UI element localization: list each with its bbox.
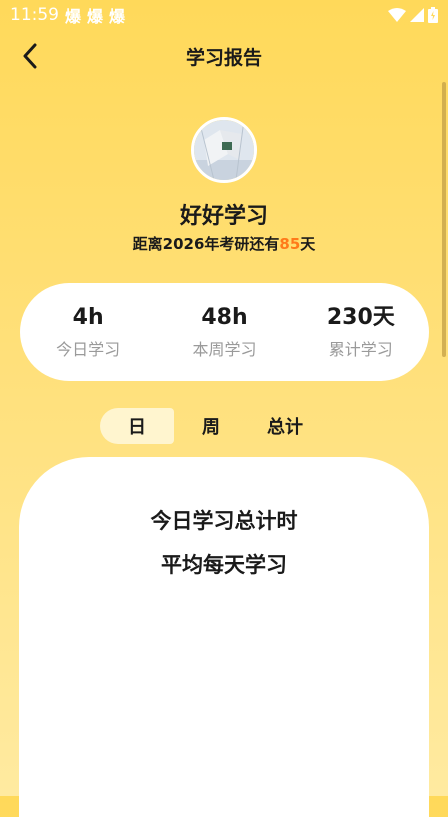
daily-average: 平均每天学习: [161, 553, 287, 577]
stat-value: 48h: [201, 305, 248, 330]
countdown-days: 85: [279, 235, 301, 253]
status-left: 11:59 爆 爆 爆: [10, 3, 125, 27]
tab-day[interactable]: 日: [100, 408, 174, 444]
tab-total[interactable]: 总计: [248, 408, 322, 444]
tab-week[interactable]: 周: [174, 408, 248, 444]
stat-value: 4h: [72, 305, 104, 330]
period-tabs: 日 周 总计: [100, 408, 322, 444]
stat-today: 4h 今日学习: [28, 304, 148, 360]
stat-label: 今日学习: [56, 340, 121, 359]
wifi-icon: [388, 8, 406, 22]
countdown-prefix: 距离2026年考研还有: [132, 235, 280, 253]
notification-icon: 爆: [87, 7, 104, 26]
battery-icon: [428, 7, 438, 23]
stat-total: 230天 累计学习: [301, 304, 421, 360]
back-button[interactable]: [14, 40, 46, 72]
stat-week: 48h 本周学习: [164, 304, 284, 360]
stats-card: 4h 今日学习 48h 本周学习 230天 累计学习: [20, 283, 429, 381]
stat-label: 累计学习: [328, 340, 393, 359]
status-bar: 11:59 爆 爆 爆: [0, 0, 448, 30]
countdown-suffix: 天: [300, 235, 316, 253]
chevron-left-icon: [23, 43, 37, 69]
today-total-time: 今日学习总计时: [150, 509, 298, 533]
status-time: 11:59: [10, 5, 59, 25]
report-card: 今日学习总计时 平均每天学习: [19, 457, 429, 817]
exam-countdown: 距离2026年考研还有85天: [0, 233, 448, 254]
username: 好好学习: [179, 204, 268, 229]
avatar[interactable]: [191, 117, 257, 183]
notification-icon: 爆: [109, 7, 126, 26]
status-right: [388, 7, 438, 23]
page-title: 学习报告: [185, 46, 262, 69]
stat-value: 230天: [326, 305, 395, 330]
stat-label: 本周学习: [192, 340, 257, 359]
notification-icon: 爆: [65, 7, 82, 26]
header: 学习报告: [0, 36, 448, 76]
signal-icon: [410, 8, 424, 22]
